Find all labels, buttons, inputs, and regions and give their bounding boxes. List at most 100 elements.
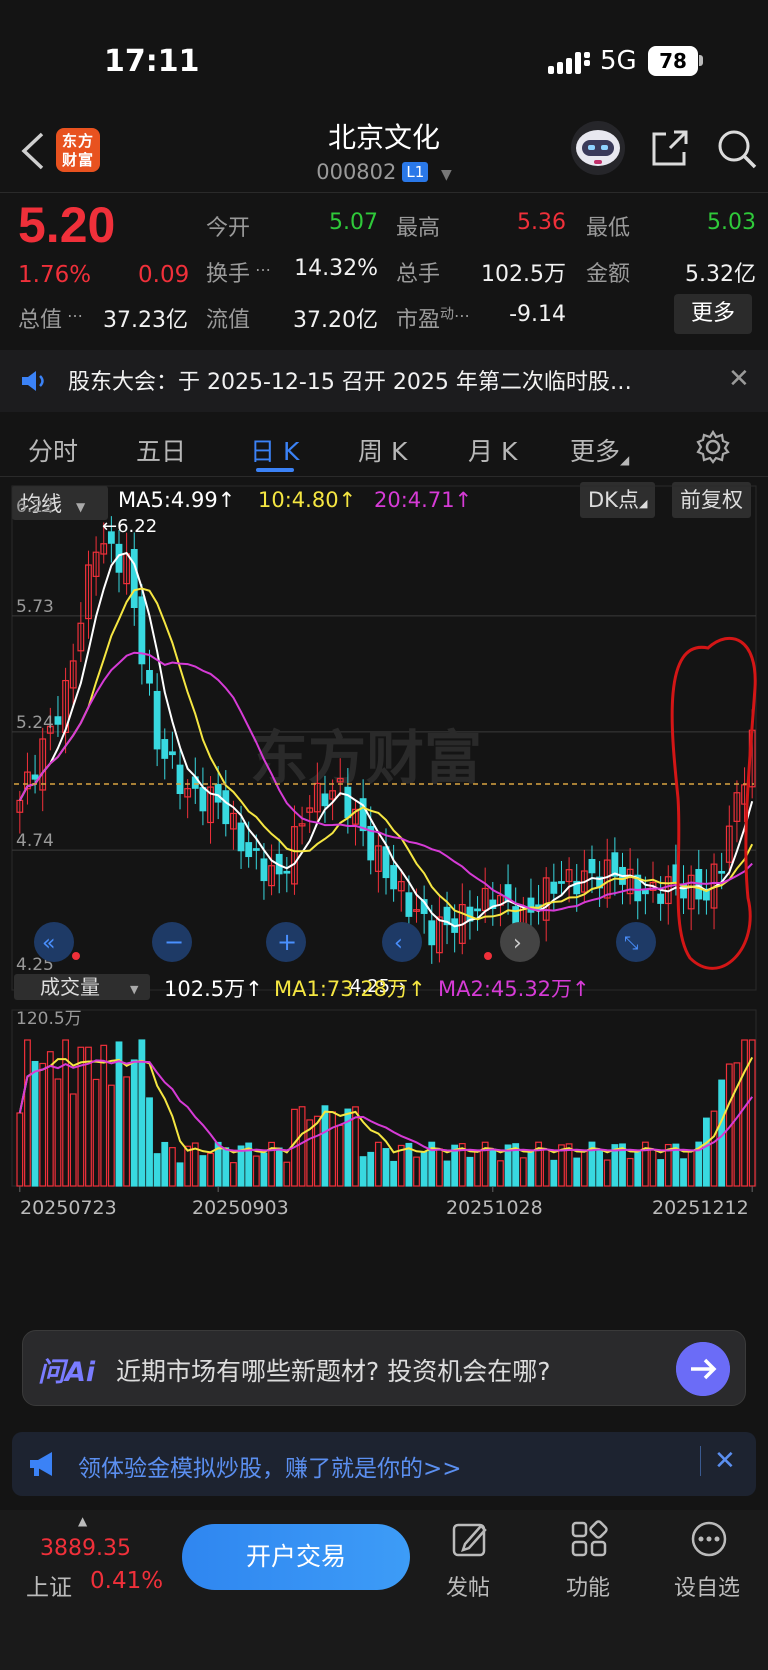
watermark: 东方财富: [250, 724, 482, 792]
candle-body: [31, 774, 39, 780]
volume-bar: [489, 1148, 497, 1187]
function-grid-icon[interactable]: [570, 1520, 608, 1558]
assistant-robot-icon[interactable]: [570, 120, 626, 176]
megaphone-icon: [30, 1452, 52, 1476]
gear-icon[interactable]: [696, 430, 730, 464]
volume-bar: [54, 1078, 62, 1187]
volume-bar: [687, 1150, 695, 1187]
svg-text:«: «: [42, 931, 55, 956]
tab-intraday[interactable]: 分时: [28, 432, 78, 468]
candle-body: [199, 787, 207, 812]
candle-body: [237, 822, 245, 852]
svg-text:+: +: [277, 928, 297, 956]
volume-bar: [359, 1156, 367, 1187]
candle-body: [382, 846, 390, 879]
volume-bar: [313, 1115, 321, 1187]
date-label: 20251028: [446, 1197, 543, 1219]
signal-icon: [548, 52, 590, 74]
float-cap-value: 37.20亿: [293, 308, 378, 333]
high-value: 5.36: [517, 210, 566, 235]
chevron-down-icon: ▼: [440, 167, 452, 183]
nav-watchlist[interactable]: 设自选: [674, 1570, 740, 1602]
date-label: 20250723: [20, 1197, 117, 1219]
kline-chart[interactable]: 东方财富 6.225.735.244.744.25 ←6.22 4.25→ « …: [0, 478, 768, 1298]
svg-text:‹: ‹: [394, 931, 403, 956]
volume-bar: [260, 1152, 268, 1187]
y-tick-label: 5.24: [16, 713, 54, 733]
notice-text: 股东大会：于 2025-12-15 召开 2025 年第二次临时股…: [68, 370, 632, 395]
volume-bar: [85, 1046, 92, 1187]
volume-bar: [24, 1039, 31, 1187]
volume-bar: [367, 1151, 375, 1187]
volume-bar: [580, 1150, 588, 1187]
more-button[interactable]: 更多: [674, 294, 752, 334]
volume-bar: [321, 1105, 329, 1187]
zoom-controls: « − + ‹ › ⤡: [34, 922, 656, 962]
date-label: 20251212: [652, 1197, 749, 1219]
volume-bar: [283, 1161, 291, 1187]
volume-bar: [31, 1060, 39, 1187]
info-icon[interactable]: ⋯: [62, 306, 83, 325]
volume-bar: [275, 1147, 283, 1187]
tab-daily-k[interactable]: 日 K: [250, 432, 299, 468]
volume-bar: [298, 1106, 306, 1187]
candle-body: [176, 764, 184, 795]
tabs-divider: [0, 476, 768, 477]
share-icon[interactable]: [650, 128, 690, 168]
volume-bar: [222, 1147, 230, 1187]
close-icon[interactable]: ✕: [714, 1446, 736, 1476]
close-icon[interactable]: ✕: [728, 364, 750, 394]
y-tick-label: 5.73: [16, 597, 54, 617]
volume-bar: [542, 1148, 550, 1187]
expand-up-icon[interactable]: ▲: [78, 1514, 87, 1528]
info-icon[interactable]: ⋯: [250, 260, 271, 279]
index-percent: 0.41%: [90, 1568, 164, 1594]
candle-body: [222, 790, 230, 825]
candle-body: [146, 670, 153, 684]
volume-bar: [390, 1160, 398, 1187]
volume-bar: [680, 1158, 687, 1187]
tab-weekly-k[interactable]: 周 K: [358, 432, 407, 468]
vol-ma1-legend: MA1:73.28万↑: [274, 977, 426, 1001]
index-value[interactable]: 3889.35: [40, 1536, 131, 1561]
y-tick-label: 6.22: [16, 497, 54, 517]
svg-text:▼: ▼: [130, 983, 139, 996]
vol-max-label: 120.5万: [16, 1009, 82, 1029]
y-tick-label: 4.74: [16, 831, 54, 851]
change-percent: 1.76%: [18, 262, 92, 288]
search-icon[interactable]: [716, 128, 758, 170]
pe-value: -9.14: [509, 302, 566, 327]
volume-value: 102.5万: [481, 262, 566, 287]
candle-body: [588, 858, 596, 874]
volume-bar: [39, 1062, 47, 1187]
volume-bar: [702, 1117, 710, 1187]
volume-bar: [527, 1150, 535, 1187]
watchlist-add-icon[interactable]: [690, 1520, 728, 1558]
volume-bar: [107, 1084, 115, 1187]
tab-more[interactable]: 更多◢: [570, 432, 629, 468]
volume-bar: [420, 1151, 428, 1187]
volume-bar: [649, 1149, 657, 1187]
volume-bar: [252, 1155, 260, 1187]
volume-bar: [603, 1159, 611, 1187]
tab-monthly-k[interactable]: 月 K: [468, 432, 517, 468]
volume-bar: [550, 1159, 558, 1187]
tab-active-indicator: [256, 468, 294, 472]
tab-five-day[interactable]: 五日: [136, 432, 186, 468]
open-account-button[interactable]: 开户交易: [182, 1524, 410, 1590]
low-value: 5.03: [707, 210, 756, 235]
nav-post[interactable]: 发帖: [446, 1570, 490, 1602]
volume-bar: [184, 1145, 192, 1187]
volume-bar: [443, 1160, 451, 1187]
info-icon[interactable]: ⋯: [454, 306, 470, 325]
volume-bar: [100, 1044, 108, 1187]
volume-bars: [16, 1039, 756, 1187]
candle-body: [153, 690, 161, 750]
nav-function[interactable]: 功能: [566, 1570, 610, 1602]
post-icon[interactable]: [451, 1520, 489, 1558]
volume-bar: [573, 1157, 581, 1187]
pe-label: 市盈动⋯: [396, 306, 471, 333]
volume-bar: [374, 1141, 382, 1187]
volume-bar: [92, 1078, 100, 1187]
arrow-right-icon[interactable]: [676, 1342, 730, 1396]
